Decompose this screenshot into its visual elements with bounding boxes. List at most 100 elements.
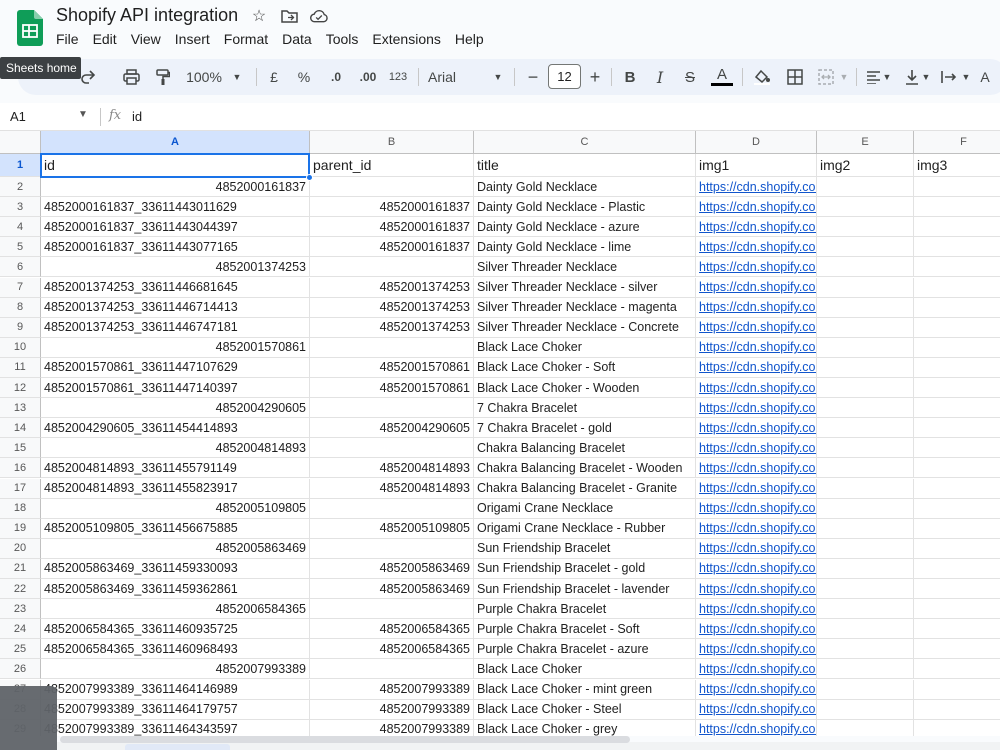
cell-img3[interactable] — [914, 197, 1000, 218]
cell-title[interactable]: Purple Chakra Bracelet — [474, 599, 696, 620]
menu-insert[interactable]: Insert — [175, 31, 217, 47]
cell-id[interactable]: 4852000161837_33611443077165 — [41, 237, 310, 258]
cell-img1-link[interactable]: https://cdn.shopify.com/s/files/1/0365/3… — [696, 458, 817, 479]
cell-img3[interactable] — [914, 559, 1000, 579]
cell-title[interactable]: Sun Friendship Bracelet - gold — [474, 558, 696, 579]
text-wrapping-icon[interactable] — [938, 59, 960, 95]
cell-parent-id[interactable] — [310, 599, 474, 620]
cell-img3[interactable] — [914, 398, 1000, 419]
cell-img2[interactable] — [817, 558, 914, 579]
cell-parent-id[interactable]: 4852005863469 — [310, 579, 474, 600]
print-icon[interactable] — [118, 59, 144, 95]
cell-img3[interactable] — [914, 680, 1000, 700]
cell-img2[interactable] — [817, 237, 914, 258]
cell-img2[interactable] — [817, 357, 914, 378]
row-number[interactable]: 17 — [0, 478, 41, 499]
increase-font-size-button[interactable]: + — [586, 59, 604, 95]
cell-id[interactable]: 4852005863469_33611459362861 — [41, 579, 310, 600]
document-title[interactable]: Shopify API integration — [56, 5, 238, 26]
cell-img2[interactable] — [817, 659, 914, 680]
row-number[interactable]: 6 — [0, 257, 41, 278]
cloud-saved-icon[interactable] — [310, 7, 328, 25]
cell-title[interactable]: Dainty Gold Necklace - Plastic — [474, 197, 696, 218]
cell-parent-id[interactable] — [310, 177, 474, 198]
cell-img3[interactable] — [914, 539, 1000, 559]
cell-img3[interactable] — [914, 479, 1000, 499]
cell-title[interactable]: 7 Chakra Bracelet — [474, 398, 696, 419]
row-number[interactable]: 18 — [0, 498, 41, 519]
horizontal-scrollbar[interactable] — [60, 736, 630, 743]
cell-title[interactable]: Purple Chakra Bracelet - azure — [474, 639, 696, 660]
zoom-caret-icon[interactable]: ▼ — [230, 59, 244, 95]
cell-img2[interactable] — [817, 217, 914, 238]
cell-title[interactable]: Black Lace Choker - Wooden — [474, 378, 696, 399]
cell-title[interactable]: Dainty Gold Necklace - azure — [474, 217, 696, 238]
cell-title[interactable]: Chakra Balancing Bracelet - Wooden — [474, 458, 696, 479]
cell-parent-id[interactable]: 4852007993389 — [310, 679, 474, 700]
cell-title[interactable]: Black Lace Choker - Soft — [474, 357, 696, 378]
sheet-tab[interactable] — [125, 744, 230, 750]
cell-id[interactable]: 4852004814893 — [41, 438, 310, 459]
row-number[interactable]: 20 — [0, 538, 41, 559]
column-header-a[interactable]: A — [41, 131, 310, 154]
cell-img1-link[interactable]: https://cdn.shopify.com/s/files/1/0365/3… — [696, 337, 817, 358]
font-family-select[interactable]: Arial — [428, 59, 478, 95]
cell-parent-id[interactable]: 4852000161837 — [310, 237, 474, 258]
cell-id[interactable]: 4852007993389_33611464146989 — [41, 679, 310, 700]
cell-img2[interactable] — [817, 398, 914, 419]
cell-img2[interactable] — [817, 599, 914, 620]
cell-title[interactable]: Origami Crane Necklace - Rubber — [474, 518, 696, 539]
column-header-f[interactable]: F — [914, 131, 1000, 154]
cell-img2[interactable] — [817, 418, 914, 439]
row-number[interactable]: 10 — [0, 337, 41, 358]
cell-img1-link[interactable]: https://cdn.shopify.com/s/files/1/0365/3… — [696, 357, 817, 378]
cell-title[interactable]: Purple Chakra Bracelet - Soft — [474, 619, 696, 640]
cell-img1-link[interactable]: https://cdn.shopify.com/s/files/1/0365/3… — [696, 217, 817, 238]
name-box-caret-icon[interactable]: ▼ — [78, 109, 88, 120]
menu-data[interactable]: Data — [282, 31, 319, 47]
cell-parent-id[interactable]: 4852001570861 — [310, 357, 474, 378]
header-cell-img2[interactable]: img2 — [817, 154, 914, 177]
cell-img2[interactable] — [817, 277, 914, 298]
cell-img1-link[interactable]: https://cdn.shopify.com/s/files/1/0365/3… — [696, 538, 817, 559]
cell-img3[interactable] — [914, 720, 1000, 736]
row-number[interactable]: 5 — [0, 237, 41, 258]
cell-img2[interactable] — [817, 177, 914, 198]
column-header-e[interactable]: E — [817, 131, 914, 154]
text-rotation-icon[interactable]: A — [978, 59, 992, 95]
row-number[interactable]: 26 — [0, 659, 41, 680]
font-caret-icon[interactable]: ▼ — [491, 59, 505, 95]
paint-format-icon[interactable] — [151, 59, 175, 95]
row-number[interactable]: 9 — [0, 317, 41, 338]
cell-img3[interactable] — [914, 700, 1000, 720]
cell-id[interactable]: 4852001570861_33611447107629 — [41, 357, 310, 378]
cell-parent-id[interactable]: 4852004814893 — [310, 478, 474, 499]
fill-handle[interactable] — [306, 174, 313, 181]
cell-parent-id[interactable] — [310, 337, 474, 358]
cell-parent-id[interactable]: 4852001374253 — [310, 277, 474, 298]
cell-img2[interactable] — [817, 438, 914, 459]
cell-parent-id[interactable]: 4852007993389 — [310, 719, 474, 736]
zoom-select[interactable]: 100% — [184, 59, 224, 95]
cell-title[interactable]: Black Lace Choker - Steel — [474, 699, 696, 720]
cell-id[interactable]: 4852001570861_33611447140397 — [41, 378, 310, 399]
row-number[interactable]: 14 — [0, 418, 41, 439]
row-number[interactable]: 7 — [0, 277, 41, 298]
row-number[interactable]: 8 — [0, 297, 41, 318]
cell-img1-link[interactable]: https://cdn.shopify.com/s/files/1/0365/3… — [696, 518, 817, 539]
cell-img3[interactable] — [914, 458, 1000, 479]
cell-id[interactable]: 4852005863469 — [41, 538, 310, 559]
text-color-button[interactable]: A — [710, 59, 734, 95]
font-size-input[interactable]: 12 — [548, 64, 581, 89]
cell-img3[interactable] — [914, 579, 1000, 600]
cell-img3[interactable] — [914, 519, 1000, 539]
cell-img2[interactable] — [817, 197, 914, 218]
cell-parent-id[interactable]: 4852004290605 — [310, 418, 474, 439]
name-box[interactable]: A1 — [10, 109, 26, 124]
cell-img2[interactable] — [817, 699, 914, 720]
cell-img3[interactable] — [914, 499, 1000, 519]
cell-id[interactable]: 4852004290605 — [41, 398, 310, 419]
cell-parent-id[interactable]: 4852006584365 — [310, 619, 474, 640]
cell-img1-link[interactable]: https://cdn.shopify.com/s/files/1/0365/3… — [696, 699, 817, 720]
cell-id[interactable]: 4852005109805_33611456675885 — [41, 518, 310, 539]
